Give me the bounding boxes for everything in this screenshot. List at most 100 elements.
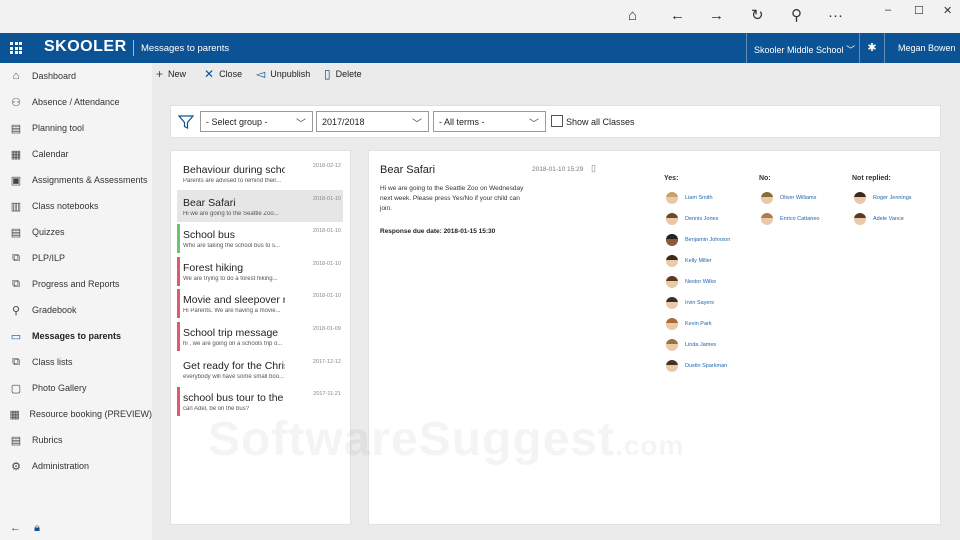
message-date: 2018-01-10 xyxy=(312,195,341,202)
report-icon: ⧉ xyxy=(12,277,20,290)
list-item[interactable]: Bear Safari Hi we are going to the Seatt… xyxy=(177,189,343,223)
calendar-icon: ▦ xyxy=(10,148,22,161)
respondent-yes[interactable]: Dustin Sparkman xyxy=(666,359,727,373)
plp-icon: ⧉ xyxy=(12,251,20,264)
message-title: School trip message xyxy=(183,326,279,339)
filter-bar: - Select group - ﹀ 2017/2018 ﹀ - All terms… xyxy=(170,105,941,138)
detail-body: Hi we are going to the Seattle Zoo on We… xyxy=(380,185,524,212)
user-menu[interactable]: Megan Bowen xyxy=(884,33,960,63)
terms-select[interactable]: - All terms - ﹀ xyxy=(433,111,546,132)
avatar xyxy=(666,318,678,330)
avatar xyxy=(666,276,678,288)
status-bar xyxy=(177,224,180,254)
respondent-yes[interactable]: Dennis Jones xyxy=(666,212,718,226)
sidebar-item-administration[interactable]: ⚙ Administration xyxy=(0,454,152,478)
filter-icon[interactable] xyxy=(178,114,194,130)
sidebar-item-progress[interactable]: ⧉ Progress and Reports xyxy=(0,272,152,296)
respondent-yes[interactable]: Liam Smith xyxy=(666,191,713,205)
close-icon[interactable]: ✕ xyxy=(943,4,952,17)
new-button[interactable]: + New xyxy=(156,68,186,80)
sidebar-item-notebooks[interactable]: ▥ Class notebooks xyxy=(0,194,152,218)
minimize-icon[interactable]: – xyxy=(885,4,891,16)
back-icon[interactable]: ← xyxy=(670,6,685,26)
respondent-yes[interactable]: Kelly Miller xyxy=(666,254,712,268)
sidebar-item-label: Planning tool xyxy=(32,123,85,133)
message-title: Forest hiking xyxy=(183,261,244,274)
sidebar-item-calendar[interactable]: ▦ Calendar xyxy=(0,142,152,166)
quiz-icon: ▤ xyxy=(10,226,22,239)
maximize-icon[interactable]: ☐ xyxy=(914,4,924,17)
respondent-no[interactable]: Oliver Williams xyxy=(761,191,816,205)
sidebar-item-gradebook[interactable]: ⚲ Gradebook xyxy=(0,298,152,322)
sidebar-footer: ← 🔒︎ xyxy=(10,522,40,535)
show-all-classes-checkbox[interactable] xyxy=(551,115,563,127)
unpublish-label: Unpublish xyxy=(270,69,311,79)
school-selector[interactable]: Skooler Middle School ﹀ xyxy=(746,33,860,63)
respondent-name: Liam Smith xyxy=(685,195,713,201)
sidebar-item-dashboard[interactable]: ⌂ Dashboard xyxy=(0,64,152,88)
avatar xyxy=(666,255,678,267)
respondent-not-replied[interactable]: Roger Jennings xyxy=(854,191,912,205)
close-icon: ✕ xyxy=(204,67,215,81)
close-button[interactable]: ✕ Close xyxy=(204,68,242,80)
home-icon[interactable]: ⌂ xyxy=(628,6,637,26)
list-item[interactable]: Movie and sleepover ni Hi Parents. We ar… xyxy=(177,287,343,320)
avatar xyxy=(854,192,866,204)
more-icon[interactable]: ··· xyxy=(828,6,843,26)
respondent-name: Nestor Wilke xyxy=(685,279,717,285)
respondent-name: Adele Vance xyxy=(873,216,904,222)
sidebar-item-messages[interactable]: ▭ Messages to parents xyxy=(0,324,152,348)
sidebar-item-label: Messages to parents xyxy=(32,331,122,341)
sidebar-item-quizzes[interactable]: ▤ Quizzes xyxy=(0,220,152,244)
show-all-classes-label: Show all Classes xyxy=(566,117,635,127)
message-preview: Hi Parents. We are having a movie... xyxy=(183,308,281,315)
sidebar-item-attendance[interactable]: ⚇ Absence / Attendance xyxy=(0,90,152,114)
year-select[interactable]: 2017/2018 ﹀ xyxy=(316,111,429,132)
list-item[interactable]: Behaviour during schoo Parents are advis… xyxy=(177,157,343,190)
list-item[interactable]: School bus Who are taking the school bus… xyxy=(177,222,343,255)
chevron-down-icon: ﹀ xyxy=(412,119,422,130)
sidebar-item-planning[interactable]: ▤ Planning tool xyxy=(0,116,152,140)
header-divider xyxy=(133,40,134,56)
refresh-icon[interactable]: ↻ xyxy=(751,6,764,26)
respondent-no[interactable]: Enrico Cattaneo xyxy=(761,212,819,226)
sidebar-item-class-lists[interactable]: ⧉ Class lists xyxy=(0,350,152,374)
respondent-yes[interactable]: Benjamin Johnson xyxy=(666,233,730,247)
trash-icon: ▯ xyxy=(324,67,331,81)
search-icon[interactable]: ⚲ xyxy=(791,6,802,26)
app-header: SKOOLER Messages to parents Skooler Midd… xyxy=(0,33,960,63)
avatar xyxy=(761,213,773,225)
notebook-icon: ▥ xyxy=(10,200,22,213)
sidebar-item-rubrics[interactable]: ▤ Rubrics xyxy=(0,428,152,452)
collapse-arrow-icon[interactable]: ← xyxy=(10,522,21,534)
group-select[interactable]: - Select group - ﹀ xyxy=(200,111,313,132)
sidebar-item-plp[interactable]: ⧉ PLP/ILP xyxy=(0,246,152,270)
chevron-down-icon: ﹀ xyxy=(846,45,856,55)
list-item[interactable]: Forest hiking We are trying to do a fore… xyxy=(177,255,343,288)
sidebar-item-resource-booking[interactable]: ▦ Resource booking (PREVIEW) xyxy=(0,402,152,426)
message-date: 2018-01-09 xyxy=(312,325,341,332)
gear-icon[interactable]: ✱ xyxy=(861,41,883,54)
message-date: 2018-01-10 xyxy=(312,293,341,300)
unpublish-button[interactable]: ◅ Unpublish xyxy=(256,68,310,80)
app-launcher-icon[interactable] xyxy=(0,33,32,63)
browser-titlebar: ⌂ ← → ↻ ⚲ ··· – ☐ ✕ xyxy=(0,0,960,33)
respondent-yes[interactable]: Nestor Wilke xyxy=(666,275,716,289)
respondent-yes[interactable]: Kevin Park xyxy=(666,317,712,331)
list-item[interactable]: Get ready for the Christr everybody will… xyxy=(177,353,343,386)
sidebar-item-assignments[interactable]: ▣ Assignments & Assessments xyxy=(0,168,152,192)
sidebar-item-photo-gallery[interactable]: ▢ Photo Gallery xyxy=(0,376,152,400)
trash-icon[interactable]: ▯ xyxy=(591,163,596,174)
forward-icon[interactable]: → xyxy=(709,6,724,26)
assignment-icon: ▣ xyxy=(10,174,22,187)
respondent-yes[interactable]: Linda James xyxy=(666,338,716,352)
list-item[interactable]: School trip message hi , we are going on… xyxy=(177,320,343,353)
brand-logo: SKOOLER xyxy=(44,38,127,55)
sidebar-item-label: Class lists xyxy=(32,357,73,367)
respondent-not-replied[interactable]: Adele Vance xyxy=(854,212,904,226)
planner-icon: ▤ xyxy=(10,122,22,135)
delete-button[interactable]: ▯ Delete xyxy=(324,68,362,80)
page-title: Messages to parents xyxy=(141,43,230,54)
respondent-yes[interactable]: Irvin Sayers xyxy=(666,296,714,310)
lock-icon[interactable]: 🔒︎ xyxy=(34,522,40,534)
